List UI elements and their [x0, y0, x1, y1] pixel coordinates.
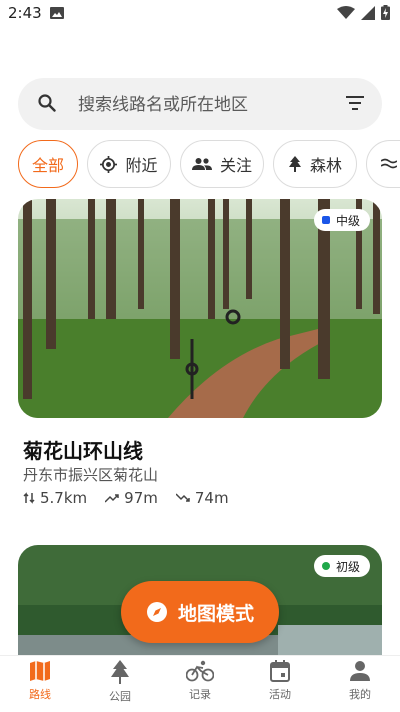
nav-label: 公园 — [109, 690, 131, 703]
difficulty-label: 中级 — [335, 213, 360, 228]
map-mode-label: 地图模式 — [177, 602, 254, 625]
filter-chips: 全部 附近 关注 森林 — [18, 140, 400, 190]
status-time: 2:43 — [8, 4, 42, 22]
route-stats: 5.7km 97m 74m — [23, 489, 229, 507]
search-icon — [38, 94, 56, 112]
trending-down-icon — [175, 493, 190, 502]
chip-label: 关注 — [219, 156, 252, 175]
person-icon — [350, 661, 370, 681]
route-location: 丹东市振兴区菊花山 — [23, 466, 159, 484]
descent-stat: 74m — [175, 489, 229, 507]
difficulty-badge: 初级 — [313, 555, 370, 577]
nav-item-me[interactable]: 我的 — [320, 660, 400, 710]
calendar-icon — [270, 660, 290, 682]
ascent-stat: 97m — [105, 489, 158, 507]
chip-all[interactable]: 全部 — [18, 140, 78, 188]
locate-icon — [100, 155, 118, 173]
chip-label: 森林 — [309, 156, 342, 175]
nav-label: 活动 — [269, 688, 291, 701]
forest-trail-photo — [18, 199, 382, 418]
bottom-nav: 路线 公园 记录 活动 我的 — [0, 655, 400, 712]
descent-value: 74m — [194, 489, 229, 507]
difficulty-badge: 中级 — [313, 209, 370, 231]
difficulty-dot — [321, 562, 330, 570]
route-card[interactable]: 中级 菊花山环山线 丹东市振兴区菊花山 5.7km 97m 74m — [18, 199, 382, 519]
search-input[interactable] — [76, 78, 340, 132]
nav-item-activities[interactable]: 活动 — [240, 660, 320, 710]
battery-icon — [381, 5, 390, 20]
filter-icon[interactable] — [346, 96, 364, 110]
ascent-value: 97m — [124, 489, 158, 507]
nav-item-routes[interactable]: 路线 — [0, 660, 80, 710]
distance-icon — [23, 492, 35, 504]
search-bar[interactable] — [18, 78, 382, 132]
signal-icon — [361, 5, 375, 20]
bike-icon — [186, 660, 214, 682]
wifi-icon — [337, 5, 355, 19]
nav-item-parks[interactable]: 公园 — [80, 660, 160, 710]
map-mode-button[interactable]: 地图模式 — [121, 581, 279, 643]
nav-label: 路线 — [29, 688, 51, 701]
tree-icon — [111, 660, 129, 684]
route-photo[interactable] — [18, 199, 382, 418]
nav-label: 我的 — [349, 688, 371, 701]
nav-label: 记录 — [189, 688, 211, 701]
nav-item-records[interactable]: 记录 — [160, 660, 240, 710]
compass-icon — [146, 602, 167, 622]
chip-label: 附近 — [125, 156, 158, 175]
map-icon — [30, 661, 50, 681]
status-bar: 2:43 — [0, 0, 400, 28]
chip-forest[interactable]: 森林 — [273, 140, 357, 188]
chip-label: 全部 — [31, 156, 64, 175]
chip-waves[interactable] — [366, 140, 400, 188]
chip-follow[interactable]: 关注 — [180, 140, 264, 188]
distance-stat: 5.7km — [23, 489, 87, 507]
tree-icon — [288, 156, 301, 172]
distance-value: 5.7km — [40, 489, 88, 507]
route-title: 菊花山环山线 — [23, 439, 143, 463]
people-icon — [191, 158, 212, 170]
chip-nearby[interactable]: 附近 — [87, 140, 171, 188]
difficulty-dot — [321, 216, 330, 224]
trending-up-icon — [105, 494, 119, 503]
image-notification-icon — [50, 7, 64, 19]
difficulty-label: 初级 — [335, 559, 360, 574]
waves-icon — [381, 158, 397, 169]
status-icons — [337, 5, 390, 20]
